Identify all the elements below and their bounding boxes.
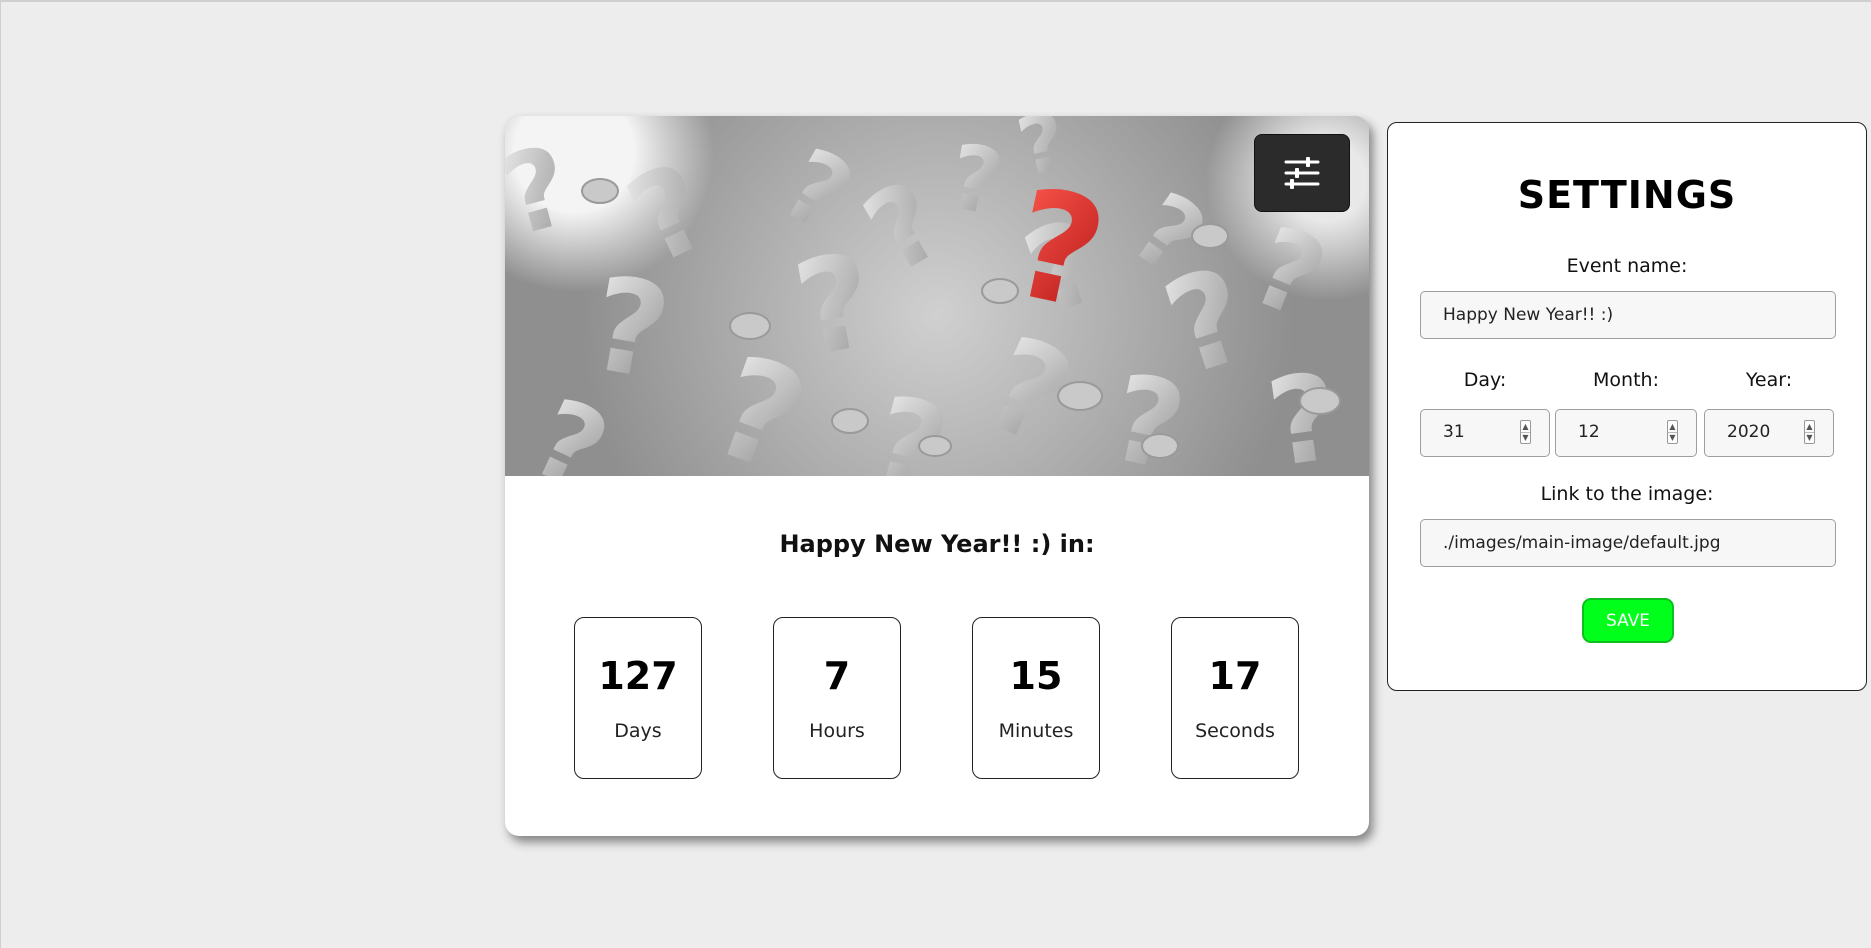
svg-text:?: ? <box>941 124 1011 236</box>
year-field: Year: 2020 ▲ ▼ <box>1704 369 1834 457</box>
image-link-label: Link to the image: <box>1540 483 1714 505</box>
spinner-down-icon[interactable]: ▼ <box>1668 432 1677 443</box>
day-value: 31 <box>1443 422 1465 442</box>
svg-text:?: ? <box>857 370 960 476</box>
settings-toggle-button[interactable] <box>1254 134 1350 212</box>
day-spinner[interactable]: ▲ ▼ <box>1520 420 1531 444</box>
year-spinner[interactable]: ▲ ▼ <box>1804 420 1815 444</box>
question-marks-image: ? ? ? ? ? ? ? ? ? ? ? ? ? ? ? ? ? ? ? <box>505 116 1348 476</box>
hours-value: 7 <box>823 654 851 698</box>
days-label: Days <box>614 720 662 742</box>
day-input[interactable]: 31 ▲ ▼ <box>1420 409 1550 457</box>
settings-panel: SETTINGS Event name: Day: 31 ▲ ▼ Month: … <box>1387 122 1867 691</box>
event-name-input[interactable] <box>1420 291 1836 339</box>
counter-days: 127 Days <box>574 617 702 779</box>
counter-minutes: 15 Minutes <box>972 617 1100 779</box>
month-value: 12 <box>1578 422 1600 442</box>
year-value: 2020 <box>1727 422 1771 442</box>
spinner-down-icon[interactable]: ▼ <box>1521 432 1530 443</box>
hero-image: ? ? ? ? ? ? ? ? ? ? ? ? ? ? ? ? ? ? ? <box>505 116 1369 476</box>
year-label: Year: <box>1745 369 1793 391</box>
image-link-input[interactable] <box>1420 519 1836 567</box>
settings-title: SETTINGS <box>1517 173 1737 217</box>
counter-hours: 7 Hours <box>773 617 901 779</box>
sliders-icon <box>1284 157 1320 189</box>
month-spinner[interactable]: ▲ ▼ <box>1667 420 1678 444</box>
event-name-label: Event name: <box>1566 255 1688 277</box>
month-input[interactable]: 12 ▲ ▼ <box>1555 409 1697 457</box>
month-field: Month: 12 ▲ ▼ <box>1555 369 1697 457</box>
hours-label: Hours <box>809 720 865 742</box>
minutes-value: 15 <box>1009 654 1063 698</box>
seconds-label: Seconds <box>1195 720 1275 742</box>
svg-text:?: ? <box>1260 347 1348 476</box>
countdown-card: ? ? ? ? ? ? ? ? ? ? ? ? ? ? ? ? ? ? ? Ha… <box>505 116 1369 836</box>
month-label: Month: <box>1593 369 1659 391</box>
countdown-counters: 127 Days 7 Hours 15 Minutes 17 Seconds <box>574 617 1301 779</box>
day-field: Day: 31 ▲ ▼ <box>1420 369 1550 457</box>
day-label: Day: <box>1463 369 1507 391</box>
minutes-label: Minutes <box>998 720 1074 742</box>
event-title: Happy New Year!! :) in: <box>779 530 1095 558</box>
year-input[interactable]: 2020 ▲ ▼ <box>1704 409 1834 457</box>
counter-seconds: 17 Seconds <box>1171 617 1299 779</box>
days-value: 127 <box>598 654 678 698</box>
save-button[interactable]: SAVE <box>1582 598 1674 643</box>
spinner-down-icon[interactable]: ▼ <box>1805 432 1814 443</box>
svg-text:?: ? <box>505 121 583 261</box>
seconds-value: 17 <box>1208 654 1262 698</box>
svg-text:?: ? <box>1235 201 1342 344</box>
